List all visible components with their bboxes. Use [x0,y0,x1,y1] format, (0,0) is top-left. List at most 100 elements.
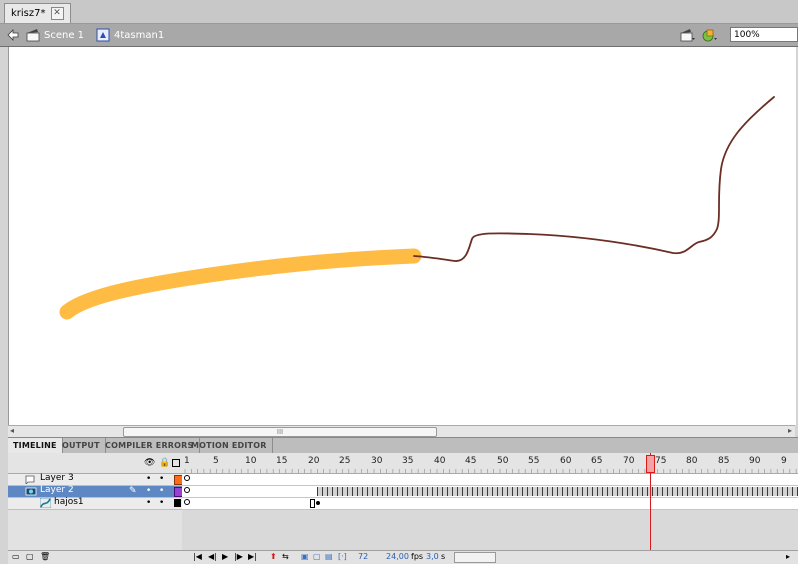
layer-header[interactable]: Layer 2 ✎ • • [8,485,183,498]
empty-keyframe[interactable] [184,475,190,481]
frame-number: 20 [308,456,320,466]
empty-keyframe[interactable] [184,499,190,505]
frame-ruler-ticks [184,469,797,473]
frame-number: 25 [339,456,351,466]
lock-icon[interactable]: 🔒 [159,458,170,468]
layer-header[interactable]: hajos1 • • [8,497,182,510]
stage-artwork [59,96,775,320]
document-tab-title: krisz7* [11,8,46,19]
frame-number: 50 [497,456,509,466]
loop-icon[interactable]: ⇆ [282,552,289,561]
yellow-brush-stroke[interactable] [59,248,422,320]
keyframe[interactable] [316,501,320,505]
visibility-dot[interactable]: • [146,486,151,496]
clapper-icon [26,28,40,42]
playhead[interactable] [646,455,655,473]
scroll-left-icon[interactable]: ◂ [10,426,14,435]
current-frame[interactable]: 72 [358,552,368,561]
edit-symbols-icon[interactable] [702,27,718,43]
layer-color-swatch[interactable] [174,499,181,507]
layer-frames[interactable] [182,486,798,498]
timeline-header: 👁 🔒 1 5 10 15 20 25 30 35 40 45 50 55 60 65 70 75 80 85 90… [8,453,798,474]
layer-name[interactable]: Layer 2 [40,485,74,495]
edit-multiple-frames-icon[interactable]: ▤ [325,552,333,561]
tab-compiler-errors[interactable]: COMPILER ERRORS [100,438,200,453]
frame-number: 75 [655,456,667,466]
scroll-right-icon[interactable]: ▸ [786,552,790,561]
layer-name[interactable]: Layer 3 [40,473,74,483]
frame-number: 80 [686,456,698,466]
edit-bar: Scene 1 4tasman1 100% [0,24,798,47]
new-folder-icon[interactable]: ▢ [26,552,34,561]
document-tab[interactable]: krisz7* ✕ [4,3,71,23]
timeline-status-bar: ▭ ▢ 🗑 |◀ ◀| ▶ |▶ ▶| ⬆ ⇆ ▣ ▢ ▤ [·] 72 24,… [8,550,798,564]
first-frame-icon[interactable]: |◀ [193,552,202,561]
scrollbar-thumb[interactable]: III [123,427,437,437]
flash-ide-window: krisz7* ✕ Scene 1 4tasman1 100% ◂ III ▸ … [0,0,798,564]
horizontal-scrollbar[interactable]: ◂ III ▸ [8,425,795,437]
symbol-breadcrumb[interactable]: 4tasman1 [96,27,164,43]
brown-line-path[interactable] [413,96,775,262]
lock-dot[interactable]: • [159,486,164,496]
scene-breadcrumb[interactable]: Scene 1 [26,27,84,43]
lock-dot[interactable]: • [159,474,164,484]
tab-motion-editor[interactable]: MOTION EDITOR [186,438,273,453]
layer-row[interactable]: Layer 2 ✎ • • [8,485,798,498]
keyframe-span[interactable] [317,487,798,496]
frame-number: 45 [465,456,477,466]
center-frame-icon[interactable]: ⬆ [270,552,277,561]
new-layer-icon[interactable]: ▭ [12,552,20,561]
graphic-symbol-icon [96,28,110,42]
layer-name[interactable]: hajos1 [54,497,84,507]
last-frame-icon[interactable]: ▶| [248,552,257,561]
zoom-input[interactable]: 100% [730,27,798,42]
document-tab-bar: krisz7* ✕ [0,0,798,24]
elapsed-time-unit: s [441,552,446,561]
frame-number: 40 [434,456,446,466]
step-forward-icon[interactable]: |▶ [234,552,243,561]
onion-skin-outlines-icon[interactable]: ▢ [313,552,321,561]
layer-row[interactable]: Layer 3 • • [8,473,798,486]
close-icon[interactable]: ✕ [50,7,64,20]
frame-number: 5 [213,456,219,466]
lock-dot[interactable]: • [159,498,164,508]
eye-icon[interactable]: 👁 [144,458,155,468]
frame-number: 70 [623,456,635,466]
layer-row[interactable]: hajos1 • • [8,497,798,510]
visibility-dot[interactable]: • [146,498,151,508]
play-icon[interactable]: ▶ [222,552,228,561]
modify-markers-icon[interactable]: [·] [338,552,347,561]
empty-keyframe[interactable] [184,487,190,493]
pencil-icon: ✎ [129,486,137,496]
frame-number: 55 [528,456,540,466]
step-back-icon[interactable]: ◀| [208,552,217,561]
layer-header[interactable]: Layer 3 • • [8,473,183,486]
tab-timeline[interactable]: TIMELINE [8,438,63,453]
frame-number: 9 [781,456,787,466]
stage-canvas[interactable] [8,47,796,425]
timeline-panel: 👁 🔒 1 5 10 15 20 25 30 35 40 45 50 55 60 65 70 75 80 85 90… [8,453,798,564]
layer-frames[interactable] [182,474,798,486]
delete-layer-icon[interactable]: 🗑 [40,552,50,561]
frame-rate[interactable]: 24,00 [386,552,409,561]
frame-number: 1 [184,456,190,466]
onion-skin-icon[interactable]: ▣ [301,552,309,561]
symbol-label: 4tasman1 [114,29,165,41]
frame-rate-unit: fps [411,552,424,561]
visibility-dot[interactable]: • [146,474,151,484]
outline-icon[interactable] [172,459,180,467]
frame-number: 65 [591,456,603,466]
timeline-hscroll[interactable] [454,552,496,563]
scene-label: Scene 1 [44,29,85,41]
frame-number: 35 [402,456,414,466]
frame-number: 10 [245,456,257,466]
back-arrow-icon[interactable] [6,27,20,43]
frames-empty-area [182,510,798,550]
edit-scene-icon[interactable] [680,27,696,43]
tab-output[interactable]: OUTPUT [57,438,106,453]
layer-frames[interactable] [182,498,798,510]
frame-number: 60 [560,456,572,466]
scroll-right-icon[interactable]: ▸ [788,426,792,435]
frame-number: 90 [749,456,761,466]
elapsed-time: 3,0 [426,552,439,561]
